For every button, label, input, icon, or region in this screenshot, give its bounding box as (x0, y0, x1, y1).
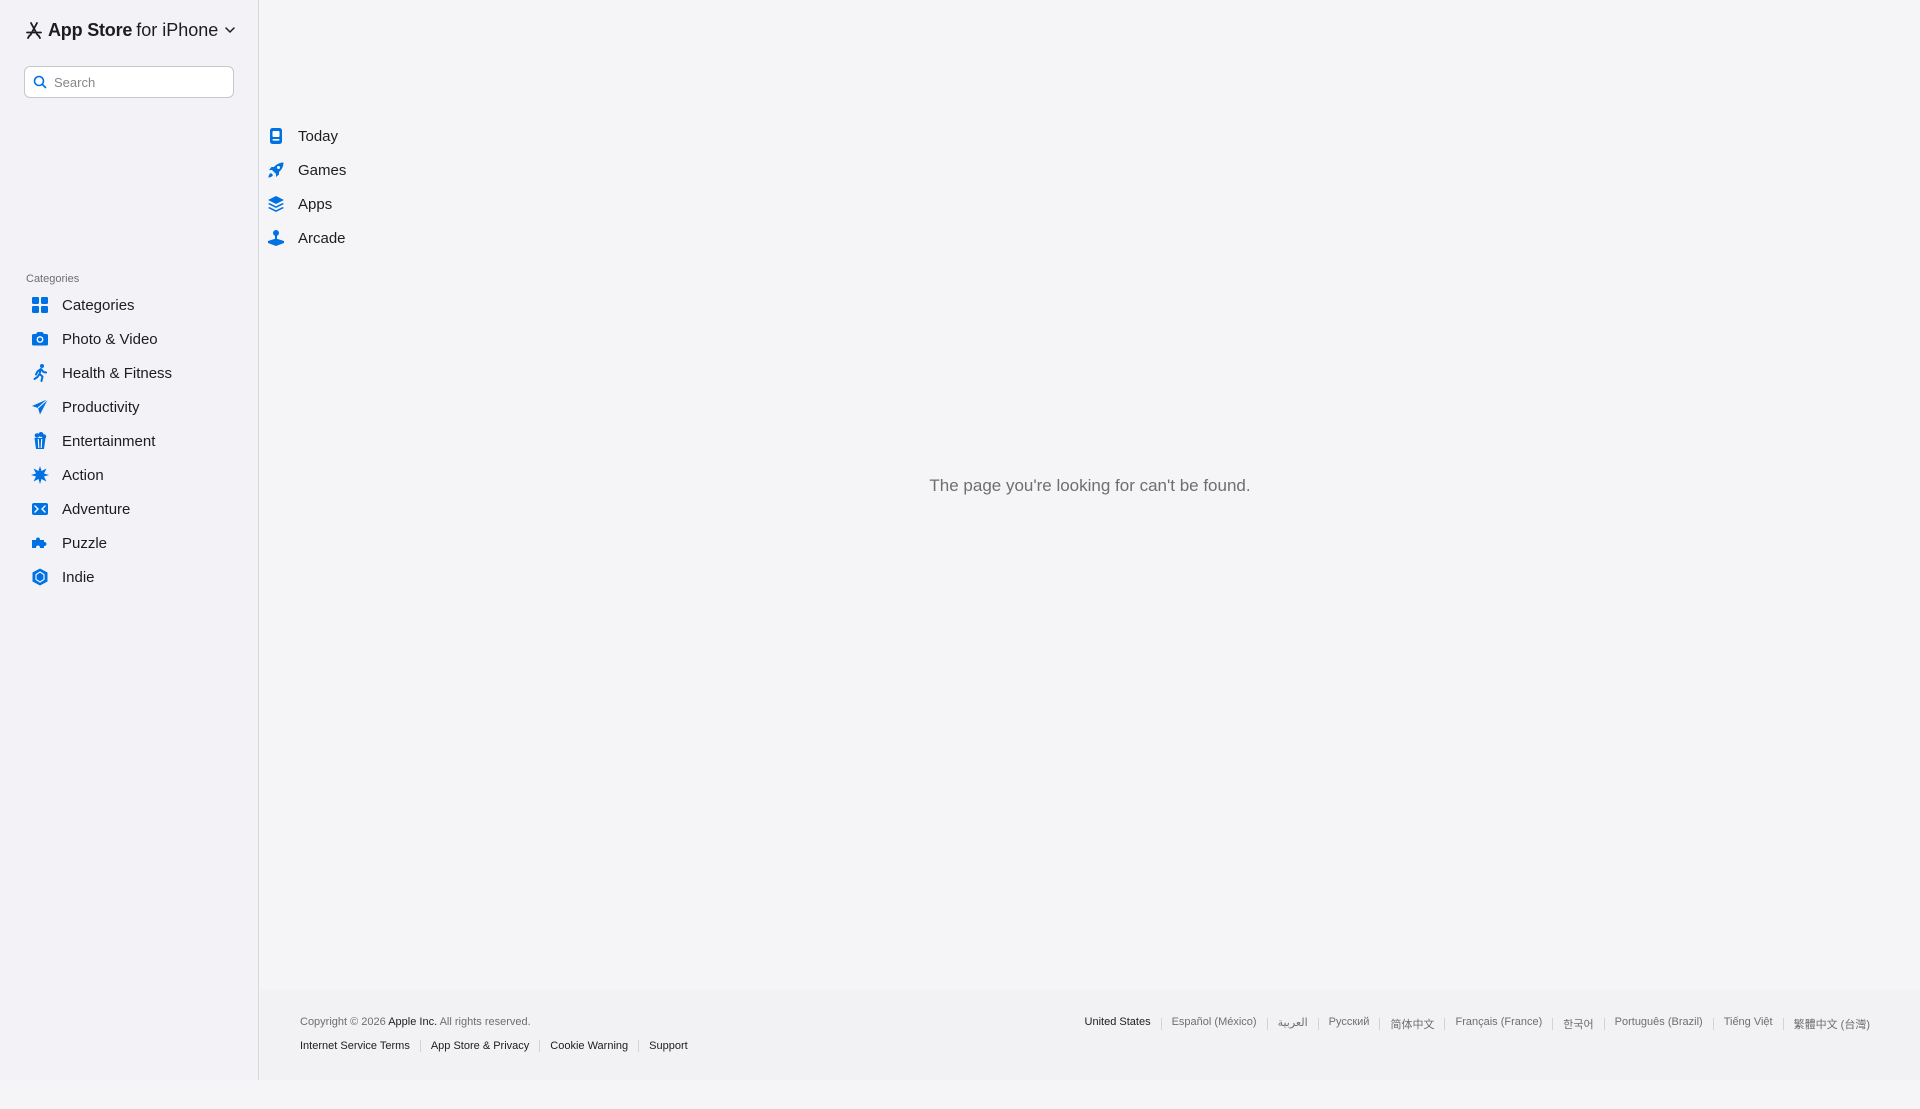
divider (1379, 1018, 1381, 1030)
apple-inc-link[interactable]: Apple Inc. (388, 1016, 437, 1028)
nav-label: Adventure (62, 500, 131, 518)
nav-label: Health & Fitness (62, 364, 173, 382)
categories-nav: Categories Photo & Video Health & Fitnes… (24, 288, 244, 594)
nav-item-entertainment[interactable]: Entertainment (24, 424, 244, 458)
nav-item-photo-video[interactable]: Photo & Video (24, 322, 244, 356)
divider (638, 1040, 640, 1052)
divider (1712, 1018, 1714, 1030)
nav-label: Puzzle (62, 534, 108, 552)
camera-icon (32, 332, 48, 346)
lang-portuguese-brazil[interactable]: Português (Brazil) (1615, 1016, 1703, 1032)
nav-label: Indie (62, 568, 95, 586)
lang-vietnamese[interactable]: Tiếng Việt (1724, 1016, 1773, 1032)
nav-label: Photo & Video (62, 330, 158, 348)
divider (1603, 1018, 1605, 1030)
search-input[interactable] (54, 74, 224, 90)
divider (1266, 1018, 1268, 1030)
lang-united-states[interactable]: United States (1085, 1016, 1151, 1032)
internet-service-terms-link[interactable]: Internet Service Terms (300, 1040, 410, 1052)
nav-item-indie[interactable]: Indie (24, 560, 244, 594)
sidebar: App Store for iPhone Today (0, 0, 346, 1080)
popcorn-icon (34, 432, 47, 449)
cookie-warning-link[interactable]: Cookie Warning (550, 1040, 628, 1052)
burst-icon (31, 466, 49, 484)
lang-french-france[interactable]: Français (France) (1455, 1016, 1542, 1032)
lang-traditional-chinese-taiwan[interactable]: 繁體中文 (台灣) (1794, 1016, 1870, 1032)
app-store-logo-icon (26, 22, 42, 39)
legal-links: Internet Service Terms App Store & Priva… (300, 1040, 688, 1052)
grid-icon (32, 297, 48, 313)
divider (1160, 1018, 1162, 1030)
main-content: The page you're looking for can't be fou… (260, 0, 1920, 990)
lang-arabic[interactable]: العربية (1278, 1016, 1308, 1032)
hexagon-icon (32, 568, 48, 586)
search-field[interactable] (24, 66, 234, 98)
search-icon (33, 75, 47, 89)
nav-label: Productivity (62, 398, 140, 416)
app-store-platform-menu[interactable]: App Store for iPhone (24, 18, 236, 42)
lang-espanol-mexico[interactable]: Español (México) (1172, 1016, 1257, 1032)
divider (1317, 1018, 1319, 1030)
copyright-suffix: All rights reserved. (437, 1016, 531, 1028)
categories-heading: Categories (26, 273, 80, 285)
nav-label: Categories (62, 296, 135, 314)
divider (419, 1040, 421, 1052)
divider (1782, 1018, 1784, 1030)
footer: Copyright © 2026 Apple Inc. All rights r… (260, 990, 1920, 1080)
puzzle-piece-icon (32, 537, 47, 548)
app-store-privacy-link[interactable]: App Store & Privacy (431, 1040, 529, 1052)
lang-russian[interactable]: Русский (1329, 1016, 1370, 1032)
support-link[interactable]: Support (649, 1040, 688, 1052)
nav-item-categories[interactable]: Categories (24, 288, 244, 322)
divider (539, 1040, 541, 1052)
running-figure-icon (33, 364, 47, 382)
language-selector: United States Español (México) العربية Р… (1085, 1016, 1870, 1032)
nav-item-health-fitness[interactable]: Health & Fitness (24, 356, 244, 390)
paper-plane-icon (32, 398, 49, 415)
divider (1444, 1018, 1446, 1030)
platform-label: for iPhone (136, 19, 219, 40)
copyright: Copyright © 2026 Apple Inc. All rights r… (300, 1016, 531, 1028)
nav-label: Entertainment (62, 432, 156, 450)
lang-korean[interactable]: 한국어 (1563, 1016, 1593, 1032)
nav-item-productivity[interactable]: Productivity (24, 390, 244, 424)
not-found-message: The page you're looking for can't be fou… (929, 476, 1251, 495)
app-store-title: App Store (48, 19, 133, 40)
divider (1552, 1018, 1554, 1030)
copyright-prefix: Copyright © 2026 (300, 1016, 389, 1028)
chevron-down-icon (225, 27, 236, 34)
nav-item-puzzle[interactable]: Puzzle (24, 526, 244, 560)
nav-item-adventure[interactable]: Adventure (24, 492, 244, 526)
nav-item-action[interactable]: Action (24, 458, 244, 492)
nav-label: Action (62, 466, 104, 484)
lang-simplified-chinese[interactable]: 简体中文 (1390, 1016, 1434, 1032)
map-icon (32, 503, 48, 515)
